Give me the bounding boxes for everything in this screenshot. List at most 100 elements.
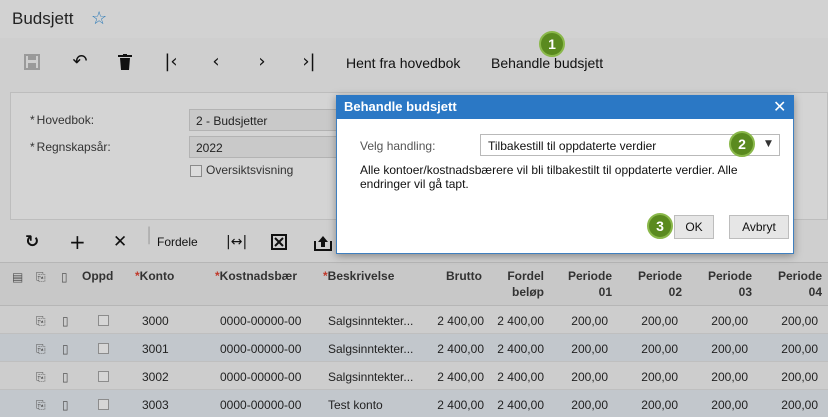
cell-konto[interactable]: 3003 <box>142 398 169 412</box>
first-icon[interactable]: |‹ <box>161 52 181 72</box>
add-icon[interactable]: + <box>69 232 86 252</box>
cell-p04[interactable]: 200,00 <box>766 342 818 356</box>
note-icon[interactable]: ▯ <box>62 342 69 356</box>
remove-icon[interactable]: ✕ <box>113 232 127 252</box>
note-icon[interactable]: ▯ <box>62 398 69 412</box>
col-periode-02[interactable]: Periode 02 <box>630 268 682 300</box>
callout-badge-2: 2 <box>729 131 755 157</box>
attachment-icon[interactable]: ⎘ <box>36 314 46 329</box>
col-fordel-belop[interactable]: Fordel beløp <box>490 268 544 300</box>
attachment-header-icon: ⎘ <box>36 270 46 284</box>
col-kostnadsbaer[interactable]: *Kostnadsbær <box>215 268 297 284</box>
hovedbok-label-text: Hovedbok: <box>36 113 95 127</box>
cell-konto[interactable]: 3001 <box>142 342 169 356</box>
export-excel-icon[interactable] <box>271 232 287 255</box>
cell-fordel[interactable]: 2 400,00 <box>488 314 544 328</box>
regnskapsar-field[interactable]: 2022 <box>189 136 339 158</box>
col-p04-line2: 04 <box>808 285 822 299</box>
cell-p02[interactable]: 200,00 <box>626 370 678 384</box>
behandle-budsjett-button[interactable]: Behandle budsjett <box>491 55 603 71</box>
col-beskrivelse-label: Beskrivelse <box>327 269 395 283</box>
delete-icon[interactable] <box>115 52 135 72</box>
regnskapsar-label-text: Regnskapsår: <box>36 140 111 154</box>
required-mark: * <box>30 140 35 154</box>
dialog-title: Behandle budsjett <box>344 99 457 114</box>
cell-p03[interactable]: 200,00 <box>696 342 748 356</box>
fit-width-icon[interactable]: |↔| <box>226 232 247 252</box>
cell-brutto[interactable]: 2 400,00 <box>428 370 484 384</box>
cell-p03[interactable]: 200,00 <box>696 370 748 384</box>
save-icon[interactable] <box>22 52 42 72</box>
cell-p01[interactable]: 200,00 <box>556 398 608 412</box>
col-periode-01[interactable]: Periode 01 <box>560 268 612 300</box>
callout-badge-1: 1 <box>539 31 565 57</box>
oppd-checkbox[interactable] <box>98 343 109 354</box>
cell-p02[interactable]: 200,00 <box>626 342 678 356</box>
cell-p03[interactable]: 200,00 <box>696 398 748 412</box>
dialog-message: Alle kontoer/kostnadsbærere vil bli tilb… <box>360 163 738 191</box>
cell-brutto[interactable]: 2 400,00 <box>428 314 484 328</box>
note-icon[interactable]: ▯ <box>62 314 69 328</box>
cell-fordel[interactable]: 2 400,00 <box>488 342 544 356</box>
hent-fra-hovedbok-button[interactable]: Hent fra hovedbok <box>346 55 460 71</box>
col-brutto[interactable]: Brutto <box>430 268 482 284</box>
hovedbok-label: * Hovedbok: <box>30 113 94 127</box>
cell-p04[interactable]: 200,00 <box>766 370 818 384</box>
cell-beskr[interactable]: Salgsinntekter... <box>328 342 413 356</box>
cell-p02[interactable]: 200,00 <box>626 398 678 412</box>
cell-kost[interactable]: 0000-00000-00 <box>220 314 301 328</box>
oppd-checkbox[interactable] <box>98 399 109 410</box>
cell-p01[interactable]: 200,00 <box>556 370 608 384</box>
cell-kost[interactable]: 0000-00000-00 <box>220 398 301 412</box>
close-icon[interactable]: ✕ <box>773 97 786 116</box>
hovedbok-field[interactable]: 2 - Budsjetter <box>189 109 339 131</box>
callout-badge-3: 3 <box>647 213 673 239</box>
cell-p01[interactable]: 200,00 <box>556 342 608 356</box>
next-icon[interactable]: › <box>252 52 272 72</box>
cell-kost[interactable]: 0000-00000-00 <box>220 342 301 356</box>
last-icon[interactable]: ›| <box>299 52 319 72</box>
undo-icon[interactable]: ↶ <box>70 52 90 72</box>
oppd-checkbox[interactable] <box>98 315 109 326</box>
refresh-icon[interactable]: ↻ <box>25 232 39 252</box>
cell-beskr[interactable]: Salgsinntekter... <box>328 314 413 328</box>
prev-icon[interactable]: ‹ <box>206 52 226 72</box>
col-fordel-line2: beløp <box>512 285 544 299</box>
attachment-icon[interactable]: ⎘ <box>36 398 46 413</box>
col-periode-03[interactable]: Periode 03 <box>700 268 752 300</box>
cell-beskr[interactable]: Test konto <box>328 398 383 412</box>
col-p03-line1: Periode <box>707 269 752 283</box>
fordele-button[interactable]: Fordele <box>157 235 198 249</box>
note-icon[interactable]: ▯ <box>62 370 69 384</box>
col-periode-04[interactable]: Periode 04 <box>770 268 822 300</box>
cell-konto[interactable]: 3002 <box>142 370 169 384</box>
cell-kost[interactable]: 0000-00000-00 <box>220 370 301 384</box>
cell-fordel[interactable]: 2 400,00 <box>488 398 544 412</box>
cell-p03[interactable]: 200,00 <box>696 314 748 328</box>
required-mark: * <box>30 113 35 127</box>
cell-fordel[interactable]: 2 400,00 <box>488 370 544 384</box>
col-oppd[interactable]: Oppd <box>82 268 113 284</box>
attachment-icon[interactable]: ⎘ <box>36 370 46 385</box>
toolbar-divider: | <box>146 224 153 245</box>
col-beskrivelse[interactable]: *Beskrivelse <box>323 268 394 284</box>
page-header <box>0 0 828 38</box>
cell-p04[interactable]: 200,00 <box>766 314 818 328</box>
cell-konto[interactable]: 3000 <box>142 314 169 328</box>
col-konto[interactable]: *Konto <box>135 268 174 284</box>
avbryt-button[interactable]: Avbryt <box>729 215 789 239</box>
cell-p04[interactable]: 200,00 <box>766 398 818 412</box>
attachment-icon[interactable]: ⎘ <box>36 342 46 357</box>
oversiktsvisning-label: Oversiktsvisning <box>206 163 294 177</box>
cell-beskr[interactable]: Salgsinntekter... <box>328 370 413 384</box>
chevron-down-icon[interactable]: ▼ <box>765 139 772 149</box>
oppd-checkbox[interactable] <box>98 371 109 382</box>
ok-button[interactable]: OK <box>674 215 714 239</box>
oversiktsvisning-checkbox[interactable] <box>190 165 202 177</box>
cell-p01[interactable]: 200,00 <box>556 314 608 328</box>
cell-brutto[interactable]: 2 400,00 <box>428 398 484 412</box>
cell-p02[interactable]: 200,00 <box>626 314 678 328</box>
upload-icon[interactable] <box>314 232 332 256</box>
star-outline-icon[interactable]: ☆ <box>91 9 107 27</box>
cell-brutto[interactable]: 2 400,00 <box>428 342 484 356</box>
